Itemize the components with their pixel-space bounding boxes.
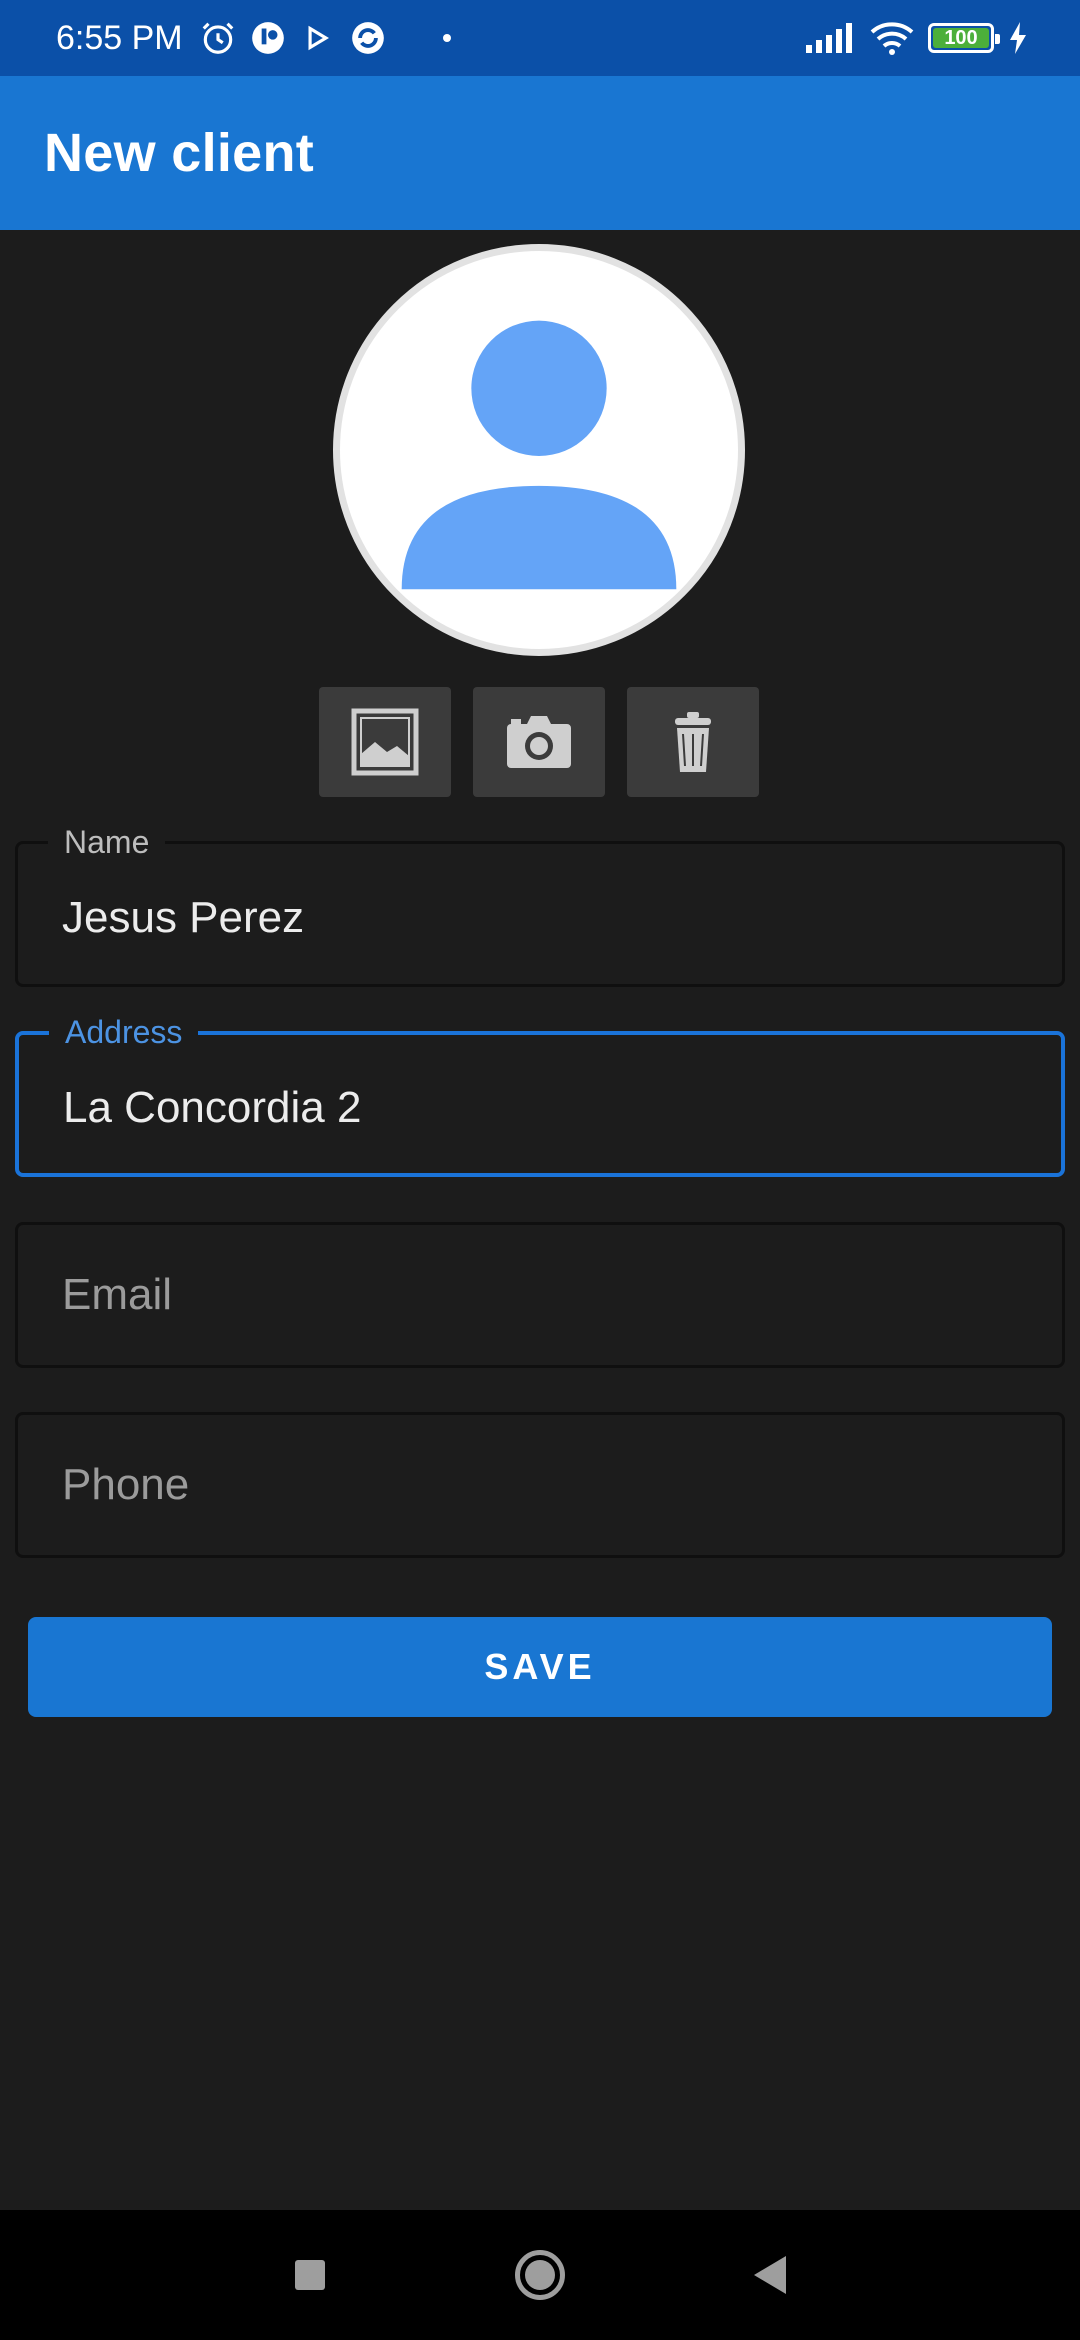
status-time: 6:55 PM [56, 18, 183, 57]
name-field[interactable]: Name Jesus Perez [15, 822, 1065, 987]
email-field[interactable]: Email [15, 1222, 1065, 1368]
avatar[interactable] [333, 244, 745, 656]
back-icon [754, 2256, 786, 2294]
recents-icon [295, 2260, 325, 2290]
status-bar: 6:55 PM 100 [0, 0, 1080, 76]
home-button[interactable] [510, 2245, 570, 2305]
phone-placeholder: Phone [62, 1460, 190, 1509]
email-placeholder: Email [62, 1270, 173, 1319]
name-value: Jesus Perez [62, 893, 305, 942]
person-placeholder-icon [401, 320, 677, 590]
back-button[interactable] [740, 2245, 800, 2305]
recents-button[interactable] [280, 2245, 340, 2305]
alarm-icon [202, 22, 233, 54]
status-right: 100 [806, 21, 1028, 55]
app-notification-icon [251, 22, 284, 54]
play-icon [308, 25, 329, 51]
wifi-icon [870, 22, 914, 55]
navigation-bar [0, 2210, 1080, 2340]
battery-icon: 100 [928, 23, 1000, 53]
gallery-button[interactable] [319, 687, 451, 797]
save-button[interactable]: SAVE [28, 1617, 1052, 1717]
camera-icon [507, 716, 571, 768]
sync-icon [351, 22, 384, 54]
home-icon [515, 2250, 565, 2300]
notification-dot [442, 34, 451, 42]
gallery-icon [351, 708, 419, 776]
image-actions [319, 687, 759, 797]
page-title: New client [44, 123, 315, 183]
address-value: La Concordia 2 [63, 1083, 362, 1132]
phone-field[interactable]: Phone [15, 1412, 1065, 1558]
status-left: 6:55 PM [56, 19, 451, 58]
app-bar: New client [0, 76, 1080, 230]
trash-icon [675, 712, 711, 772]
delete-photo-button[interactable] [627, 687, 759, 797]
charging-icon [1010, 22, 1026, 54]
camera-button[interactable] [473, 687, 605, 797]
battery-level: 100 [933, 28, 989, 48]
signal-icon [806, 23, 852, 53]
address-field[interactable]: Address La Concordia 2 [15, 1012, 1065, 1177]
